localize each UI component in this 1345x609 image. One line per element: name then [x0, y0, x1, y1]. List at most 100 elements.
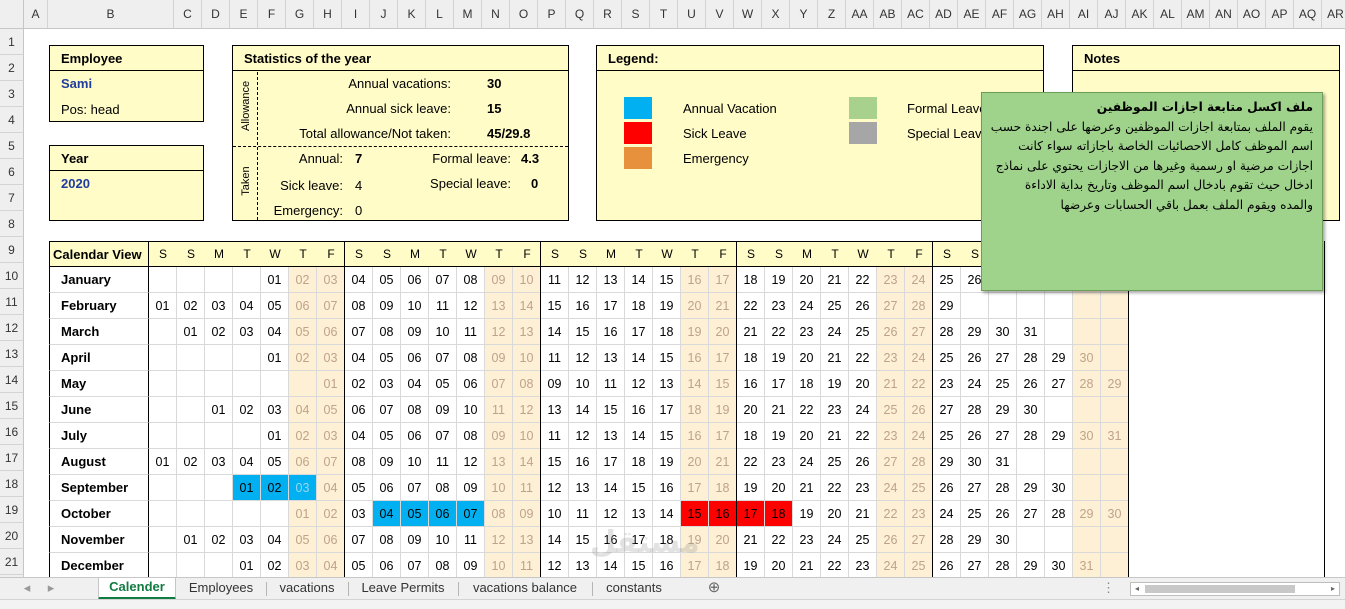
row-header-15[interactable]: 15: [0, 393, 24, 419]
empty-cell[interactable]: [1101, 527, 1129, 553]
day-cell[interactable]: 25: [849, 319, 877, 345]
day-cell[interactable]: 17: [737, 501, 765, 527]
day-cell[interactable]: 20: [793, 423, 821, 449]
day-cell[interactable]: 22: [849, 267, 877, 293]
day-cell[interactable]: 26: [849, 293, 877, 319]
day-cell[interactable]: 20: [709, 319, 737, 345]
day-cell[interactable]: 22: [905, 371, 933, 397]
day-cell[interactable]: 06: [373, 553, 401, 577]
day-cell[interactable]: 04: [317, 553, 345, 577]
employee-name[interactable]: Sami: [61, 75, 92, 93]
column-header-a[interactable]: A: [24, 0, 48, 29]
day-cell[interactable]: 26: [877, 527, 905, 553]
day-cell[interactable]: 17: [625, 319, 653, 345]
row-header-19[interactable]: 19: [0, 497, 24, 523]
day-cell[interactable]: 21: [709, 293, 737, 319]
day-cell[interactable]: 23: [877, 345, 905, 371]
day-cell[interactable]: 23: [765, 293, 793, 319]
day-cell[interactable]: 08: [457, 423, 485, 449]
day-cell[interactable]: 21: [737, 319, 765, 345]
day-cell[interactable]: 01: [261, 423, 289, 449]
day-cell[interactable]: 19: [653, 449, 681, 475]
empty-cell[interactable]: [1101, 397, 1129, 423]
day-cell[interactable]: 25: [877, 397, 905, 423]
day-cell[interactable]: 27: [1045, 371, 1073, 397]
day-cell[interactable]: 26: [961, 345, 989, 371]
day-cell[interactable]: 16: [625, 397, 653, 423]
day-cell[interactable]: 05: [289, 319, 317, 345]
empty-cell[interactable]: [177, 371, 205, 397]
day-cell[interactable]: 18: [625, 449, 653, 475]
empty-cell[interactable]: [1045, 397, 1073, 423]
prev-sheet-icon[interactable]: ◂: [20, 578, 34, 600]
add-sheet-icon[interactable]: ⊕: [704, 578, 724, 600]
day-cell[interactable]: 26: [1017, 371, 1045, 397]
day-cell[interactable]: 22: [765, 319, 793, 345]
day-cell[interactable]: 14: [625, 345, 653, 371]
day-cell[interactable]: 20: [793, 267, 821, 293]
day-cell[interactable]: 24: [905, 267, 933, 293]
day-cell[interactable]: 09: [429, 397, 457, 423]
day-cell[interactable]: 06: [345, 397, 373, 423]
day-cell[interactable]: 23: [877, 423, 905, 449]
day-cell[interactable]: 28: [905, 293, 933, 319]
day-cell[interactable]: 27: [905, 319, 933, 345]
row-header-16[interactable]: 16: [0, 419, 24, 445]
empty-cell[interactable]: [1073, 397, 1101, 423]
day-cell[interactable]: 20: [765, 553, 793, 577]
day-cell[interactable]: 07: [373, 397, 401, 423]
day-cell[interactable]: 07: [429, 423, 457, 449]
day-cell[interactable]: 01: [233, 553, 261, 577]
day-cell[interactable]: 26: [877, 319, 905, 345]
day-cell[interactable]: 02: [205, 319, 233, 345]
day-cell[interactable]: 28: [1045, 501, 1073, 527]
empty-cell[interactable]: [205, 371, 233, 397]
day-cell[interactable]: 05: [345, 553, 373, 577]
day-cell[interactable]: 06: [401, 267, 429, 293]
day-cell[interactable]: 08: [457, 345, 485, 371]
row-header-17[interactable]: 17: [0, 445, 24, 471]
column-header-r[interactable]: R: [594, 0, 622, 29]
year-value[interactable]: 2020: [61, 175, 90, 193]
day-cell[interactable]: 30: [989, 527, 1017, 553]
day-cell[interactable]: 29: [961, 319, 989, 345]
column-header-l[interactable]: L: [426, 0, 454, 29]
day-cell[interactable]: 22: [877, 501, 905, 527]
empty-cell[interactable]: [1045, 449, 1073, 475]
day-cell[interactable]: 20: [681, 449, 709, 475]
day-cell[interactable]: 15: [653, 423, 681, 449]
column-header-aq[interactable]: AQ: [1294, 0, 1322, 29]
day-cell[interactable]: 05: [373, 345, 401, 371]
day-cell[interactable]: 03: [233, 527, 261, 553]
day-cell[interactable]: 01: [261, 345, 289, 371]
empty-cell[interactable]: [1073, 475, 1101, 501]
empty-cell[interactable]: [1101, 319, 1129, 345]
tab-constants[interactable]: constants: [594, 578, 674, 600]
day-cell[interactable]: 11: [429, 449, 457, 475]
day-cell[interactable]: 09: [485, 267, 513, 293]
day-cell[interactable]: 07: [401, 553, 429, 577]
day-cell[interactable]: 29: [1045, 423, 1073, 449]
column-header-aa[interactable]: AA: [846, 0, 874, 29]
empty-cell[interactable]: [1073, 449, 1101, 475]
empty-cell[interactable]: [149, 423, 177, 449]
day-cell[interactable]: 15: [625, 475, 653, 501]
column-header-z[interactable]: Z: [818, 0, 846, 29]
day-cell[interactable]: 29: [1017, 553, 1045, 577]
day-cell[interactable]: 08: [429, 475, 457, 501]
day-cell[interactable]: 31: [1017, 319, 1045, 345]
day-cell[interactable]: 24: [961, 371, 989, 397]
day-cell[interactable]: 10: [485, 475, 513, 501]
empty-cell[interactable]: [205, 267, 233, 293]
day-cell[interactable]: 25: [989, 371, 1017, 397]
day-cell[interactable]: 03: [233, 319, 261, 345]
row-header-3[interactable]: 3: [0, 81, 24, 107]
day-cell[interactable]: 23: [793, 527, 821, 553]
day-cell[interactable]: 28: [933, 319, 961, 345]
column-header-ab[interactable]: AB: [874, 0, 902, 29]
empty-cell[interactable]: [149, 527, 177, 553]
day-cell[interactable]: 22: [737, 293, 765, 319]
empty-cell[interactable]: [177, 501, 205, 527]
day-cell[interactable]: 17: [765, 371, 793, 397]
column-header-b[interactable]: B: [48, 0, 174, 29]
